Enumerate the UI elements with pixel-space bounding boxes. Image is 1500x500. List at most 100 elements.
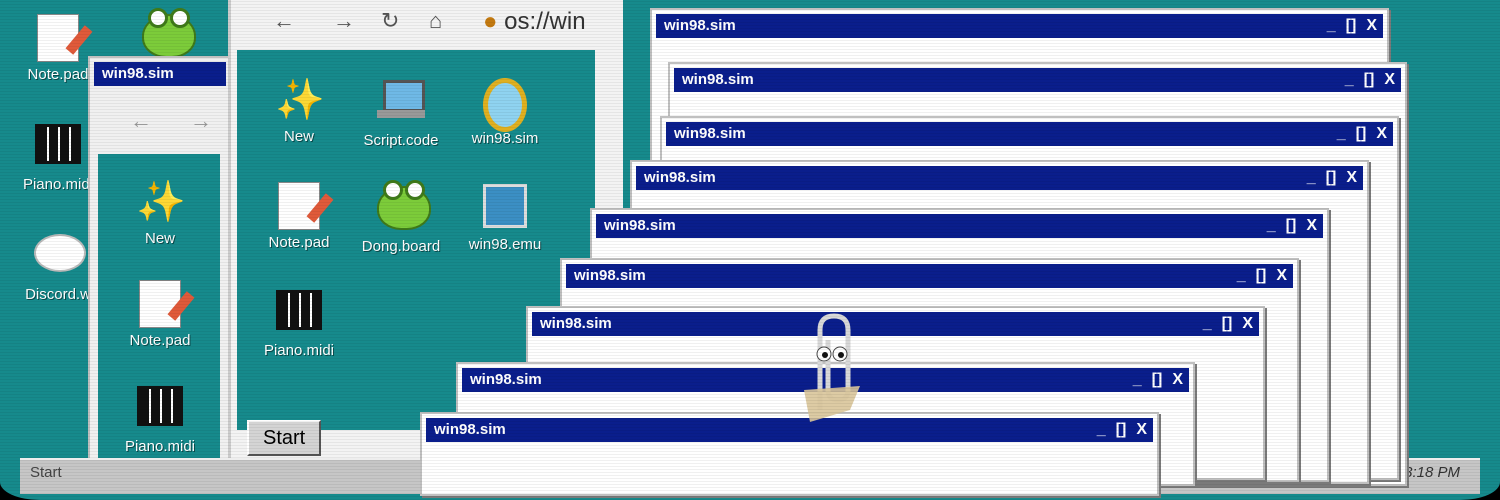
window-controls: _ [] X xyxy=(1335,68,1395,92)
reload-icon[interactable]: ↻ xyxy=(381,8,399,34)
browser-icon-script[interactable]: Script.code xyxy=(359,76,443,149)
close-button[interactable]: X xyxy=(1172,368,1183,392)
window-titlebar[interactable]: win98.sim _ [] X xyxy=(426,418,1153,442)
icon-label: Piano.midi xyxy=(124,438,196,455)
window-controls: _ [] X xyxy=(1297,166,1357,190)
window-title: win98.sim xyxy=(540,315,612,332)
window-title: win98.sim xyxy=(664,17,736,34)
window-titlebar[interactable]: win98.sim _ [] X xyxy=(666,122,1393,146)
maximize-button[interactable]: [] xyxy=(1222,312,1233,336)
icon-label: Dong.board xyxy=(361,238,441,255)
browser-icon-dongboard[interactable]: Dong.board xyxy=(359,180,443,255)
icon-label: win98.emu xyxy=(468,236,542,253)
window-titlebar[interactable]: win98.sim _ [] X xyxy=(674,68,1401,92)
minimize-button[interactable]: _ xyxy=(1097,418,1106,442)
left-window-nav: ← → xyxy=(90,90,230,154)
piano-icon xyxy=(34,124,82,172)
close-button[interactable]: X xyxy=(1346,166,1357,190)
mirror-icon xyxy=(481,78,529,132)
browser-toolbar: ← → ↻ ⌂ ● os://win xyxy=(231,0,623,46)
back-arrow-icon[interactable]: ← xyxy=(273,8,295,34)
maximize-button[interactable]: [] xyxy=(1286,214,1297,238)
window-titlebar[interactable]: win98.sim _ [] X xyxy=(566,264,1293,288)
window-title: win98.sim xyxy=(102,65,174,82)
home-icon[interactable]: ⌂ xyxy=(429,8,442,34)
window-title: win98.sim xyxy=(574,267,646,284)
notepad-icon xyxy=(136,280,184,328)
piano-icon xyxy=(136,386,184,434)
chat-bubble-icon xyxy=(34,234,86,282)
forward-arrow-icon[interactable]: → xyxy=(190,108,212,134)
window-icon-new[interactable]: ✨ New xyxy=(118,178,202,247)
clock: 3:18 PM xyxy=(1404,464,1460,481)
window-titlebar[interactable]: win98.sim _ [] X xyxy=(596,214,1323,238)
frog-icon xyxy=(142,8,196,62)
window-title: win98.sim xyxy=(644,169,716,186)
maximize-button[interactable]: [] xyxy=(1326,166,1337,190)
minimize-button[interactable]: _ xyxy=(1307,166,1316,190)
minimize-button[interactable]: _ xyxy=(1133,368,1142,392)
window-title: win98.sim xyxy=(682,71,754,88)
icon-label: Note.pad xyxy=(268,234,330,251)
icon-label: Note.pad xyxy=(129,332,191,349)
window-title: win98.sim xyxy=(674,125,746,142)
window-titlebar[interactable]: win98.sim _ [] X xyxy=(656,14,1383,38)
stacked-window[interactable]: win98.sim _ [] X xyxy=(420,412,1159,496)
site-icon: ● xyxy=(483,8,498,35)
window-titlebar[interactable]: win98.sim xyxy=(94,62,226,86)
minimize-button[interactable]: _ xyxy=(1267,214,1276,238)
sparkle-icon: ✨ xyxy=(136,180,186,224)
left-window[interactable]: win98.sim ← → ✨ New Note.pad Piano.midi xyxy=(88,56,232,470)
browser-icon-notepad[interactable]: Note.pad xyxy=(257,182,341,251)
minimize-button[interactable]: _ xyxy=(1337,122,1346,146)
forward-arrow-icon[interactable]: → xyxy=(333,8,355,34)
back-arrow-icon[interactable]: ← xyxy=(130,108,152,134)
window-icon-piano[interactable]: Piano.midi xyxy=(118,382,202,455)
window-title: win98.sim xyxy=(470,371,542,388)
minimize-button[interactable]: _ xyxy=(1345,68,1354,92)
window-titlebar[interactable]: win98.sim _ [] X xyxy=(636,166,1363,190)
window-controls: _ [] X xyxy=(1227,264,1287,288)
close-button[interactable]: X xyxy=(1276,264,1287,288)
maximize-button[interactable]: [] xyxy=(1356,122,1367,146)
address-bar[interactable]: ● os://win xyxy=(483,8,586,36)
close-button[interactable]: X xyxy=(1306,214,1317,238)
close-button[interactable]: X xyxy=(1136,418,1147,442)
close-button[interactable]: X xyxy=(1376,122,1387,146)
minimize-button[interactable]: _ xyxy=(1237,264,1246,288)
minimize-button[interactable]: _ xyxy=(1327,14,1336,38)
window-icon-notepad[interactable]: Note.pad xyxy=(118,280,202,349)
window-controls: _ [] X xyxy=(1317,14,1377,38)
notepad-icon xyxy=(275,182,323,230)
browser-icon-win98emu[interactable]: win98.emu xyxy=(463,182,547,253)
browser-icon-new[interactable]: ✨ New xyxy=(257,76,341,145)
maximize-button[interactable]: [] xyxy=(1256,264,1267,288)
window-controls: _ [] X xyxy=(1193,312,1253,336)
window-controls: _ [] X xyxy=(1257,214,1317,238)
icon-label: New xyxy=(144,230,175,247)
browser-icon-win98sim[interactable]: win98.sim xyxy=(463,76,547,147)
inner-start-button[interactable]: Start xyxy=(247,420,322,456)
maximize-button[interactable]: [] xyxy=(1364,68,1375,92)
maximize-button[interactable]: [] xyxy=(1116,418,1127,442)
address-text: os://win xyxy=(504,8,586,35)
minimize-button[interactable]: _ xyxy=(1203,312,1212,336)
desktop: Note.pad Piano.midi Discord.w win98.sim … xyxy=(0,0,1500,500)
window-controls: _ [] X xyxy=(1327,122,1387,146)
window-controls: _ [] X xyxy=(1123,368,1183,392)
laptop-icon xyxy=(377,80,425,128)
sparkle-icon: ✨ xyxy=(275,78,325,122)
close-button[interactable]: X xyxy=(1242,312,1253,336)
window-controls: _ [] X xyxy=(1087,418,1147,442)
window-titlebar[interactable]: win98.sim _ [] X xyxy=(532,312,1259,336)
piano-icon xyxy=(275,290,323,338)
maximize-button[interactable]: [] xyxy=(1152,368,1163,392)
paperclip-assistant-icon[interactable] xyxy=(800,310,870,430)
close-button[interactable]: X xyxy=(1384,68,1395,92)
close-button[interactable]: X xyxy=(1366,14,1377,38)
notepad-icon xyxy=(34,14,82,62)
start-button[interactable]: Start xyxy=(30,464,62,481)
icon-label: Piano.midi xyxy=(263,342,335,359)
maximize-button[interactable]: [] xyxy=(1346,14,1357,38)
browser-icon-piano[interactable]: Piano.midi xyxy=(257,286,341,359)
